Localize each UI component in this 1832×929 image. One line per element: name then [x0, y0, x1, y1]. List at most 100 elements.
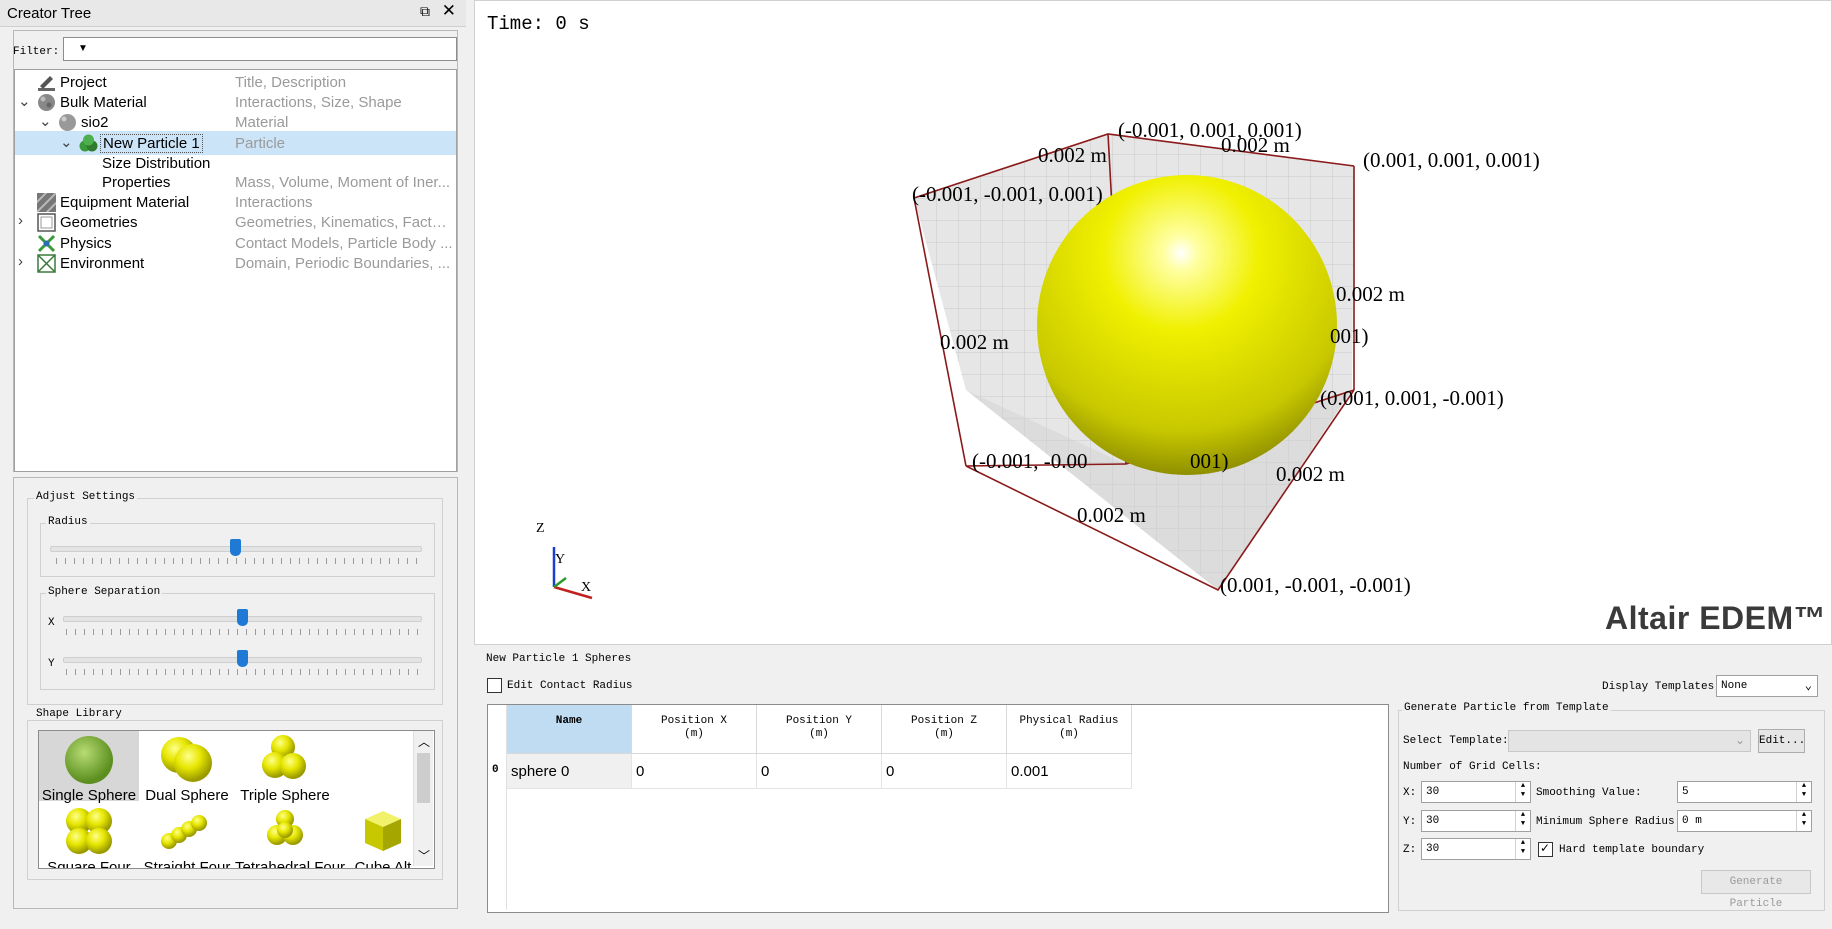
shape-single-sphere[interactable]: Single Sphere — [39, 731, 139, 804]
chevron-down-icon[interactable]: ﹀ — [418, 847, 430, 864]
radius-label: Radius — [46, 516, 90, 528]
tree-label: Equipment Material — [60, 194, 190, 211]
dock-title: Creator Tree — [7, 5, 92, 22]
min-radius-label: Minimum Sphere Radius: — [1536, 816, 1682, 828]
y-axis-label: Y — [555, 552, 566, 567]
cell-text: 0.001 — [1011, 763, 1049, 780]
chevron-down-icon[interactable]: ⌄ — [60, 133, 73, 151]
tree-desc: Mass, Volume, Moment of Iner... — [235, 174, 451, 191]
chevron-down-icon[interactable]: ▼ — [78, 43, 88, 54]
column-header-position-x[interactable]: Position X (m) — [632, 705, 757, 754]
shape-triple-sphere[interactable]: Triple Sphere — [235, 731, 335, 804]
hard-boundary-checkbox[interactable]: ✓ — [1538, 841, 1553, 857]
column-header-name[interactable]: Name — [507, 705, 632, 754]
x-slider-thumb[interactable] — [236, 609, 248, 626]
dimension-label: 0.002 m — [1336, 282, 1405, 306]
display-templates-value: None — [1721, 680, 1748, 692]
chevron-down-icon[interactable]: ⌄ — [1735, 733, 1745, 747]
radius-slider-thumb[interactable] — [230, 539, 241, 556]
spin-value: 30 — [1426, 786, 1440, 798]
spin-arrows-icon[interactable]: ▲ ▼ — [1515, 811, 1530, 831]
generate-particle-button[interactable]: Generate Particle — [1701, 870, 1811, 910]
shape-dual-sphere[interactable]: Dual Sphere — [137, 731, 237, 804]
spin-arrows-icon[interactable]: ▲ ▼ — [1515, 839, 1530, 859]
column-header-physical-radius[interactable]: Physical Radius (m) — [1007, 705, 1132, 754]
tree-desc: Particle — [235, 135, 286, 152]
header-text: Position Z — [910, 715, 977, 727]
chevron-up-icon[interactable]: ︿ — [418, 733, 430, 750]
dimension-label: 0.002 m — [1221, 133, 1290, 157]
tree-label: Project — [60, 74, 107, 91]
creator-tree-dock: Creator Tree ⧉ ✕ Filter: ▼ Project Title… — [0, 0, 468, 929]
spin-arrows-icon[interactable]: ▲ ▼ — [1796, 811, 1811, 831]
grid-z-spinbox[interactable]: 30 ▲ ▼ — [1421, 838, 1531, 860]
column-header-position-y[interactable]: Position Y (m) — [757, 705, 882, 754]
edit-contact-radius-checkbox[interactable] — [487, 678, 502, 693]
corner-label-partial: 001) — [1190, 449, 1229, 473]
y-axis-label: Y — [48, 658, 55, 670]
cell-position-x[interactable]: 0 — [632, 754, 757, 789]
cell-name[interactable]: sphere 0 — [507, 754, 632, 789]
tree-label: Environment — [60, 255, 145, 272]
sphere-separation-label: Sphere Separation — [46, 586, 163, 598]
geometry-icon — [37, 213, 56, 232]
y-slider-thumb[interactable] — [236, 650, 248, 667]
chevron-down-icon[interactable]: ⌄ — [18, 92, 31, 110]
tree-label: sio2 — [81, 114, 109, 131]
header-unit: (m) — [809, 728, 829, 740]
tree-item-environment[interactable]: › Environment Domain, Periodic Boundarie… — [15, 251, 456, 275]
tree-desc: Contact Models, Particle Body ... — [235, 235, 453, 252]
shape-square-four[interactable]: Square Four — [39, 803, 139, 869]
dimension-label: 0.002 m — [1276, 462, 1345, 486]
x-axis-label: X — [581, 580, 592, 595]
grid-x-spinbox[interactable]: 30 ▲ ▼ — [1421, 781, 1531, 803]
shape-label: Straight Four — [143, 859, 231, 869]
tree-label: Physics — [60, 235, 112, 252]
smoothing-spinbox[interactable]: 5 ▲ ▼ — [1677, 781, 1812, 803]
dock-title-bar: Creator Tree ⧉ ✕ — [0, 0, 466, 27]
float-icon[interactable]: ⧉ — [420, 3, 430, 20]
scrollbar-thumb[interactable] — [417, 753, 430, 803]
tree-label: Geometries — [60, 214, 138, 231]
min-radius-spinbox[interactable]: 0 m ▲ ▼ — [1677, 810, 1812, 832]
chevron-right-icon[interactable]: › — [18, 253, 23, 270]
particle-sphere — [1037, 175, 1337, 475]
edit-template-button[interactable]: Edit... — [1758, 729, 1805, 753]
cell-position-z[interactable]: 0 — [882, 754, 1007, 789]
filter-combo[interactable]: ▼ — [63, 37, 457, 61]
column-header-position-z[interactable]: Position Z (m) — [882, 705, 1007, 754]
display-templates-select[interactable]: None ⌄ — [1716, 675, 1818, 697]
shape-tetrahedral-four[interactable]: Tetrahedral Four — [235, 803, 345, 868]
grid-y-spinbox[interactable]: 30 ▲ ▼ — [1421, 810, 1531, 832]
close-icon[interactable]: ✕ — [442, 1, 456, 21]
tetrahedral-four-icon — [267, 810, 303, 845]
square-four-icon — [66, 808, 112, 854]
tree-desc: Domain, Periodic Boundaries, ... — [235, 255, 451, 272]
select-template-combo[interactable]: ⌄ — [1508, 730, 1751, 752]
chevron-down-icon[interactable]: ⌄ — [1805, 678, 1812, 693]
shape-library-scrollbar[interactable]: ︿ ﹀ — [413, 731, 433, 866]
dual-sphere-icon — [161, 737, 212, 782]
spin-arrows-icon[interactable]: ▲ ▼ — [1796, 782, 1811, 802]
header-text: Name — [555, 715, 583, 727]
shape-label: Dual Sphere — [145, 787, 229, 804]
shape-label: Square Four — [47, 859, 131, 869]
chevron-down-icon[interactable]: ⌄ — [39, 112, 52, 130]
tree-label: Properties — [102, 174, 171, 191]
header-text: Position Y — [785, 715, 852, 727]
cell-position-y[interactable]: 0 — [757, 754, 882, 789]
shape-straight-four[interactable]: Straight Four — [137, 803, 237, 869]
cell-text: 0 — [886, 763, 895, 780]
grid-z-label: Z: — [1403, 844, 1417, 856]
chevron-right-icon[interactable]: › — [18, 212, 23, 229]
grid-x-label: X: — [1403, 787, 1417, 799]
adjust-settings-label: Adjust Settings — [34, 491, 138, 503]
environment-icon — [37, 254, 56, 273]
material-ball-icon — [59, 114, 76, 131]
tree-desc: Interactions, Size, Shape — [235, 94, 402, 111]
tree-desc: Title, Description — [235, 74, 347, 91]
spin-value: 5 — [1682, 786, 1689, 798]
cell-physical-radius[interactable]: 0.001 — [1007, 754, 1132, 789]
row-index: 0 — [492, 764, 499, 776]
spin-arrows-icon[interactable]: ▲ ▼ — [1515, 782, 1530, 802]
